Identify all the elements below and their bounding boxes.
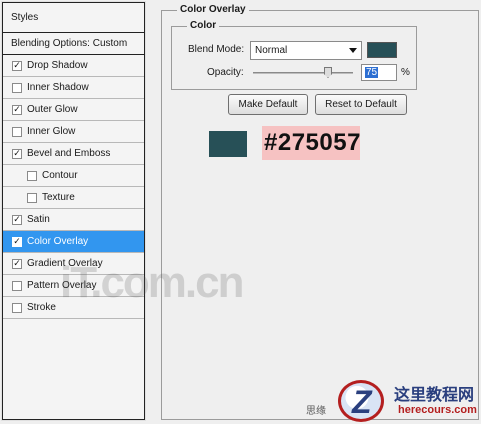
- opacity-value: 75: [365, 67, 379, 78]
- opacity-input[interactable]: 75: [361, 64, 397, 81]
- checkbox-unchecked-icon[interactable]: [12, 82, 22, 93]
- annotation-color-swatch: [209, 131, 247, 157]
- make-default-button[interactable]: Make Default: [228, 94, 308, 115]
- styles-header[interactable]: Styles: [3, 3, 144, 33]
- site-logo-letter: Z: [352, 384, 372, 420]
- style-item-label: Texture: [42, 192, 75, 203]
- opacity-unit: %: [401, 67, 410, 78]
- style-item-label: Satin: [27, 214, 50, 225]
- style-item-color-overlay[interactable]: ✓ Color Overlay: [3, 231, 144, 253]
- checkbox-unchecked-icon[interactable]: [12, 302, 22, 313]
- style-item-label: Inner Shadow: [27, 82, 89, 93]
- blend-mode-select[interactable]: Normal: [250, 41, 362, 60]
- color-overlay-title: Color Overlay: [177, 4, 249, 15]
- watermark-side-text: 思缘: [306, 406, 326, 417]
- style-item-drop-shadow[interactable]: ✓ Drop Shadow: [3, 55, 144, 77]
- checkbox-checked-icon[interactable]: ✓: [12, 258, 22, 269]
- style-item-label: Drop Shadow: [27, 60, 88, 71]
- opacity-label: Opacity:: [207, 67, 244, 78]
- color-group-title: Color: [187, 20, 220, 31]
- opacity-slider[interactable]: [253, 67, 353, 78]
- style-item-outer-glow[interactable]: ✓ Outer Glow: [3, 99, 144, 121]
- checkbox-checked-icon[interactable]: ✓: [12, 214, 22, 225]
- style-item-contour[interactable]: Contour: [3, 165, 144, 187]
- chevron-down-icon: [349, 48, 357, 53]
- overlay-color-swatch[interactable]: [367, 42, 397, 58]
- style-item-label: Inner Glow: [27, 126, 76, 137]
- site-name-watermark: 这里教程网: [394, 385, 475, 404]
- blend-mode-value: Normal: [255, 45, 288, 56]
- style-item-satin[interactable]: ✓ Satin: [3, 209, 144, 231]
- annotation-hex-label: #275057: [262, 126, 360, 160]
- blending-options-item[interactable]: Blending Options: Custom: [3, 33, 144, 55]
- checkbox-checked-icon[interactable]: ✓: [12, 104, 22, 115]
- checkbox-unchecked-icon[interactable]: [27, 170, 37, 181]
- reset-to-default-button[interactable]: Reset to Default: [315, 94, 407, 115]
- style-item-label: Color Overlay: [27, 236, 89, 247]
- checkbox-checked-icon[interactable]: ✓: [12, 148, 22, 159]
- checkbox-unchecked-icon[interactable]: [12, 126, 22, 137]
- site-url-watermark: herecours.com: [398, 404, 477, 416]
- checkbox-unchecked-icon[interactable]: [12, 280, 22, 291]
- style-item-inner-glow[interactable]: Inner Glow: [3, 121, 144, 143]
- checkbox-checked-icon[interactable]: ✓: [12, 60, 22, 71]
- style-item-label: Contour: [42, 170, 78, 181]
- style-item-label: Bevel and Emboss: [27, 148, 111, 159]
- style-item-bevel-and-emboss[interactable]: ✓ Bevel and Emboss: [3, 143, 144, 165]
- itcom-watermark: iT.com.cn: [60, 258, 244, 307]
- checkbox-checked-icon[interactable]: ✓: [12, 236, 22, 247]
- style-item-inner-shadow[interactable]: Inner Shadow: [3, 77, 144, 99]
- style-item-label: Stroke: [27, 302, 56, 313]
- style-item-texture[interactable]: Texture: [3, 187, 144, 209]
- styles-list-panel: Styles Blending Options: Custom ✓ Drop Sh…: [1, 1, 146, 421]
- blend-mode-label: Blend Mode:: [188, 44, 245, 55]
- style-item-label: Outer Glow: [27, 104, 78, 115]
- checkbox-unchecked-icon[interactable]: [27, 192, 37, 203]
